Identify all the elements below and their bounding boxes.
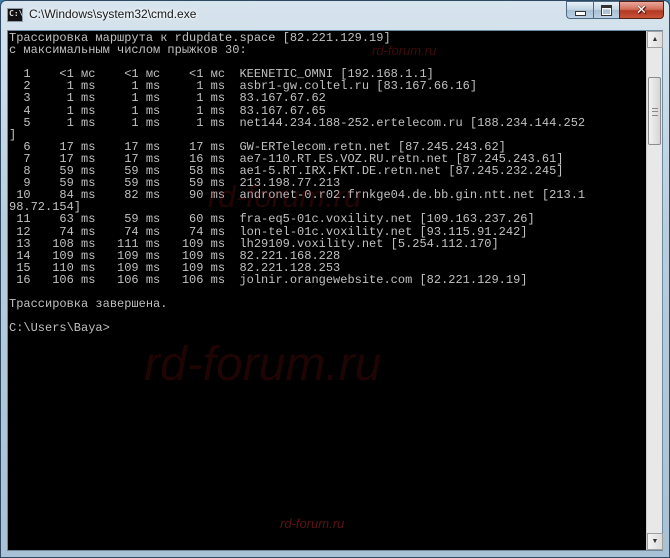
maximize-button[interactable] <box>593 1 619 19</box>
console-output[interactable]: Трассировка маршрута к rdupdate.space [8… <box>8 31 646 550</box>
arrow-up-icon: ▲ <box>651 36 659 43</box>
scrollbar-thumb[interactable] <box>648 77 661 145</box>
minimize-icon <box>574 10 586 16</box>
close-button[interactable]: ✕ <box>619 1 664 19</box>
grip-icon <box>652 108 658 116</box>
close-icon: ✕ <box>636 2 647 18</box>
scroll-down-button[interactable]: ▼ <box>647 533 663 550</box>
title-bar[interactable]: C:\ C:\Windows\system32\cmd.exe ✕ <box>1 1 669 29</box>
minimize-button[interactable] <box>566 1 593 19</box>
caption-buttons: ✕ <box>566 1 664 20</box>
vertical-scrollbar[interactable]: ▲ ▼ <box>646 31 663 550</box>
console-client-area: Трассировка маршрута к rdupdate.space [8… <box>7 30 663 551</box>
cmd-console-icon[interactable]: C:\ <box>7 8 23 22</box>
arrow-down-icon: ▼ <box>651 538 659 545</box>
watermark: rd-forum.ru <box>280 516 345 531</box>
console-text: Трассировка маршрута к rdupdate.space [8… <box>9 31 586 336</box>
scroll-up-button[interactable]: ▲ <box>647 31 663 48</box>
watermark: rd-forum.ru <box>144 338 382 391</box>
cmd-window: C:\ C:\Windows\system32\cmd.exe ✕ Трасси… <box>0 0 670 558</box>
window-title: C:\Windows\system32\cmd.exe <box>29 7 197 21</box>
maximize-icon <box>601 4 612 16</box>
